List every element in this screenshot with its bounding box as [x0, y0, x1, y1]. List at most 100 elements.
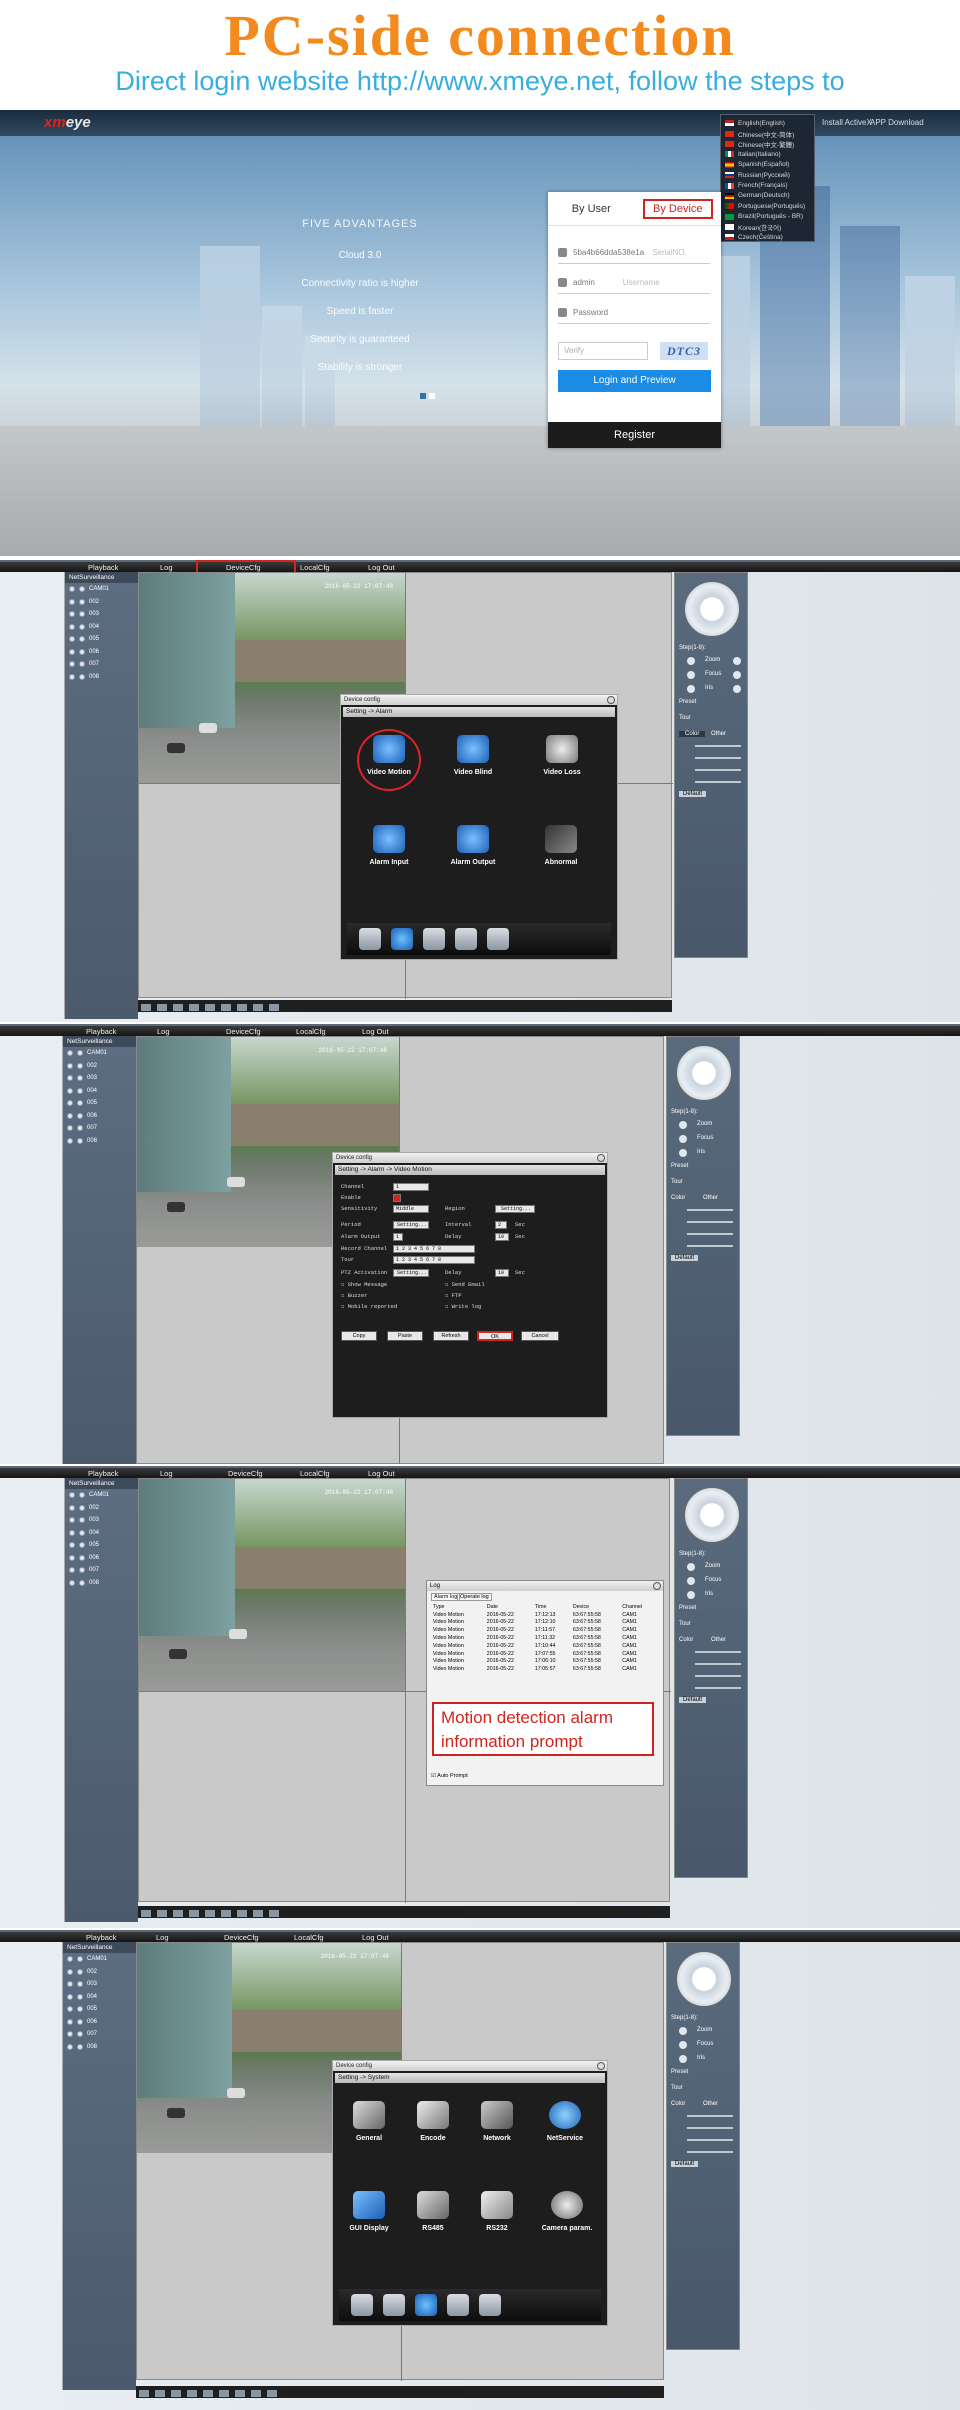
language-item[interactable]: Portuguese(Português) — [725, 201, 810, 211]
channel-item[interactable]: CAM01 — [63, 1047, 136, 1060]
channel-item[interactable]: 005 — [63, 2003, 136, 2016]
captcha-image[interactable]: DTC3 — [660, 342, 708, 360]
refresh-button[interactable]: Refresh — [433, 1331, 469, 1341]
channel-item[interactable]: 005 — [65, 633, 138, 646]
username-field[interactable]: admin Username — [558, 272, 710, 294]
close-icon[interactable] — [653, 1582, 661, 1590]
gui-display-tile[interactable]: GUI Display — [339, 2191, 399, 2232]
alarm-output-tile[interactable]: Alarm Output — [443, 825, 503, 866]
register-button[interactable]: Register — [548, 422, 721, 448]
write-log-checkbox[interactable]: ☐ Write log — [445, 1303, 481, 1310]
ptz-direction-wheel[interactable] — [684, 581, 740, 637]
mobile-reported-checkbox[interactable]: ☐ Mobile reported — [341, 1303, 397, 1310]
enable-checkbox[interactable] — [393, 1194, 401, 1202]
carousel-dots[interactable] — [420, 386, 438, 404]
playback-toolbar[interactable] — [138, 1000, 672, 1012]
channel-item[interactable]: 006 — [65, 646, 138, 659]
channel-item[interactable]: 005 — [63, 1097, 136, 1110]
period-setting-button[interactable]: Setting... — [393, 1221, 429, 1229]
delay-input[interactable]: 10 — [495, 1233, 509, 1241]
channel-item[interactable]: 007 — [65, 1564, 138, 1577]
region-setting-button[interactable]: Setting... — [495, 1205, 535, 1213]
tab-alarm-log[interactable]: Alarm log — [431, 1593, 461, 1601]
record-icon[interactable] — [351, 2294, 373, 2316]
interval-input[interactable]: 2 — [495, 1221, 507, 1229]
channel-item[interactable]: 002 — [65, 1502, 138, 1515]
auto-prompt-checkbox[interactable]: ☑ Auto Prompt — [431, 1773, 468, 1779]
channel-item[interactable]: CAM01 — [65, 1489, 138, 1502]
table-row[interactable]: Video Motion 2016-05-22 17:11:57 63:67:55:5… — [431, 1626, 657, 1634]
paste-button[interactable]: Paste — [387, 1331, 423, 1341]
rs232-tile[interactable]: RS232 — [467, 2191, 527, 2232]
channel-item[interactable]: 002 — [63, 1966, 136, 1979]
channel-item[interactable]: 005 — [65, 1539, 138, 1552]
channel-item[interactable]: 004 — [63, 1991, 136, 2004]
playback-toolbar[interactable] — [138, 1906, 670, 1918]
abnormal-tile[interactable]: Abnormal — [531, 825, 591, 866]
table-row[interactable]: Video Motion 2016-05-22 17:10:44 63:67:55:5… — [431, 1642, 657, 1650]
info-icon[interactable] — [487, 928, 509, 950]
channel-item[interactable]: 008 — [63, 2041, 136, 2054]
channel-item[interactable]: 003 — [65, 608, 138, 621]
serial-field[interactable]: 5ba4b66dda538e1a SerialNO. — [558, 242, 710, 264]
default-button[interactable]: Default — [671, 1255, 699, 1261]
ftp-checkbox[interactable]: ☐ FTP — [445, 1292, 462, 1299]
show-message-checkbox[interactable]: ☐ Show Message — [341, 1281, 387, 1288]
channel-item[interactable]: 004 — [65, 1527, 138, 1540]
playback-toolbar[interactable] — [136, 2386, 664, 2398]
copy-button[interactable]: Copy — [341, 1331, 377, 1341]
close-icon[interactable] — [597, 2062, 605, 2070]
channel-item[interactable]: 004 — [63, 1085, 136, 1098]
channel-item[interactable]: 002 — [65, 596, 138, 609]
ptz-setting-button[interactable]: Setting... — [393, 1269, 429, 1277]
channel-item[interactable]: 006 — [63, 1110, 136, 1123]
record-channel-boxes[interactable]: 1 2 3 4 5 6 7 8 — [393, 1245, 475, 1253]
default-button[interactable]: Default — [679, 1697, 707, 1703]
table-row[interactable]: Video Motion 2016-05-22 17:07:55 63:67:55:5… — [431, 1650, 657, 1658]
tour-channel-boxes[interactable]: 1 2 3 4 5 6 7 8 — [393, 1256, 475, 1264]
camera-feed[interactable]: 2016-05-22 17:07:48 — [139, 1479, 405, 1691]
language-item[interactable]: Chinese(中文-繁體) — [725, 139, 810, 149]
tools-icon[interactable] — [447, 2294, 469, 2316]
channel-item[interactable]: 008 — [65, 671, 138, 684]
channel-item[interactable]: 003 — [63, 1978, 136, 1991]
video-blind-tile[interactable]: Video Blind — [443, 735, 503, 776]
record-icon[interactable] — [359, 928, 381, 950]
alarm-input-tile[interactable]: Alarm Input — [359, 825, 419, 866]
alarm-icon[interactable] — [391, 928, 413, 950]
channel-item[interactable]: 008 — [65, 1577, 138, 1590]
channel-item[interactable]: 002 — [63, 1060, 136, 1073]
default-button[interactable]: Default — [671, 2161, 699, 2167]
sensitivity-select[interactable]: Middle — [393, 1205, 429, 1213]
netservice-tile[interactable]: NetService — [533, 2101, 597, 2142]
channel-item[interactable]: CAM01 — [63, 1953, 136, 1966]
send-email-checkbox[interactable]: ☐ Send Email — [445, 1281, 485, 1288]
channel-item[interactable]: 007 — [65, 658, 138, 671]
channel-item[interactable]: 007 — [63, 2028, 136, 2041]
language-item[interactable]: Italian(Italiano) — [725, 149, 810, 159]
language-item[interactable]: English(English) — [725, 118, 810, 128]
app-download-link[interactable]: APP Download — [870, 118, 924, 127]
channel-item[interactable]: 006 — [63, 2016, 136, 2029]
camera-param-tile[interactable]: Camera param. — [531, 2191, 603, 2232]
tab-by-user[interactable]: By User — [548, 192, 635, 225]
verify-input[interactable]: Verify — [558, 342, 648, 360]
channel-item[interactable]: CAM01 — [65, 583, 138, 596]
language-item[interactable]: Brazil(Português - BR) — [725, 212, 810, 222]
default-button[interactable]: Default — [679, 791, 707, 797]
table-row[interactable]: Video Motion 2016-05-22 17:06:10 63:67:55:5… — [431, 1658, 657, 1666]
channel-item[interactable]: 008 — [63, 1135, 136, 1148]
alarm-icon[interactable] — [383, 2294, 405, 2316]
ok-button[interactable]: OK — [477, 1331, 513, 1341]
language-item[interactable]: Russian(Русский) — [725, 170, 810, 180]
ptz-delay-input[interactable]: 10 — [495, 1269, 509, 1277]
channel-item[interactable]: 003 — [65, 1514, 138, 1527]
cancel-button[interactable]: Cancel — [521, 1331, 559, 1341]
encode-tile[interactable]: Encode — [403, 2101, 463, 2142]
table-row[interactable]: Video Motion 2016-05-22 17:12:10 63:67:55:5… — [431, 1619, 657, 1627]
login-preview-button[interactable]: Login and Preview — [558, 370, 711, 392]
language-item[interactable]: Korean(한국어) — [725, 222, 810, 232]
general-tile[interactable]: General — [339, 2101, 399, 2142]
ptz-direction-wheel[interactable] — [676, 1951, 732, 2007]
ptz-direction-wheel[interactable] — [676, 1045, 732, 1101]
